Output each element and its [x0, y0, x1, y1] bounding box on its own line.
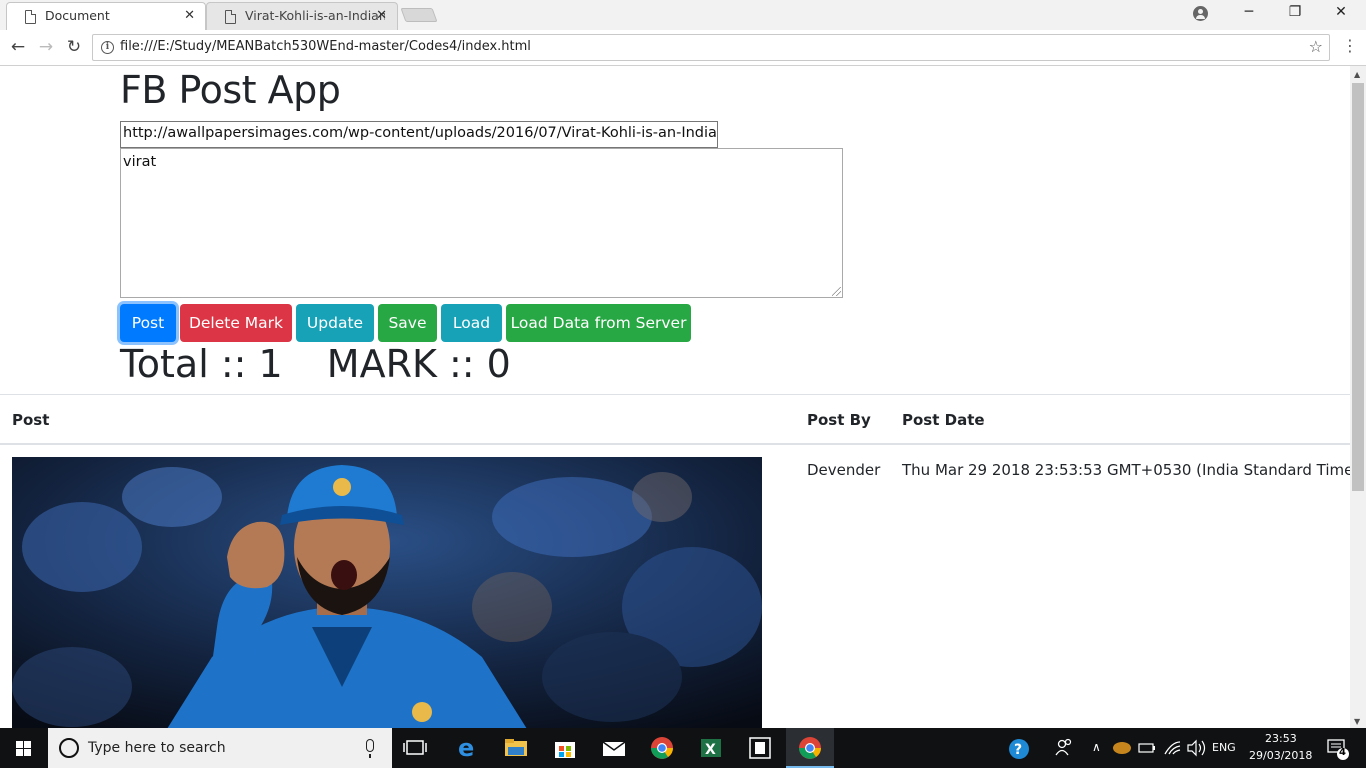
clock-time[interactable]: 23:53: [1265, 732, 1297, 745]
start-button[interactable]: [0, 728, 48, 768]
maximize-button[interactable]: ❐: [1272, 4, 1318, 20]
resize-handle[interactable]: [832, 287, 841, 296]
total-count: Total :: 1: [120, 342, 283, 386]
address-bar[interactable]: i file:///E:/Study/MEANBatch530WEnd-mast…: [92, 34, 1330, 61]
new-tab-button[interactable]: [400, 8, 438, 22]
windows-taskbar: Type here to search e X ? ∧ ENG 23:53 29…: [0, 728, 1366, 768]
clock-date[interactable]: 29/03/2018: [1249, 749, 1312, 762]
post-textarea[interactable]: virat: [120, 148, 843, 298]
back-arrow-icon[interactable]: ←: [7, 36, 29, 58]
cricket-player-photo: [12, 457, 762, 728]
table-header: Post Post By Post Date: [0, 395, 1350, 445]
scroll-down-icon[interactable]: ▼: [1354, 717, 1360, 726]
post-date-cell: Thu Mar 29 2018 23:53:53 GMT+0530 (India…: [902, 461, 1350, 479]
delete-mark-button[interactable]: Delete Mark: [180, 304, 292, 342]
search-placeholder: Type here to search: [88, 740, 226, 756]
svg-text:?: ?: [1014, 742, 1022, 758]
post-by-cell: Devender: [807, 461, 881, 479]
tab-label: Document: [45, 8, 110, 23]
taskbar-search[interactable]: Type here to search: [48, 728, 392, 768]
totals-heading: Total :: 1 MARK :: 0: [120, 342, 511, 386]
chrome-active-icon[interactable]: [786, 728, 834, 768]
profile-icon[interactable]: [1193, 6, 1208, 21]
load-server-button[interactable]: Load Data from Server: [506, 304, 691, 342]
scroll-up-icon[interactable]: ▲: [1354, 70, 1360, 79]
notification-count: 4: [1339, 747, 1346, 758]
help-icon[interactable]: ?: [996, 728, 1044, 768]
info-icon[interactable]: i: [101, 41, 114, 54]
microphone-icon[interactable]: [366, 739, 374, 758]
column-header-post-by: Post By: [807, 411, 871, 429]
svg-text:e: e: [458, 734, 474, 762]
tab-virat-kohli[interactable]: Virat-Kohli-is-an-Indian- ✕: [206, 2, 398, 30]
battery-icon[interactable]: [1136, 728, 1158, 768]
page-icon: [225, 10, 236, 24]
people-icon[interactable]: [1040, 728, 1088, 768]
app-icon[interactable]: [736, 728, 784, 768]
minimize-button[interactable]: ─: [1226, 4, 1272, 20]
save-button[interactable]: Save: [378, 304, 437, 342]
page-scrollbar[interactable]: ▲ ▼: [1350, 66, 1366, 728]
mail-icon[interactable]: [590, 728, 638, 768]
close-tab-icon[interactable]: ✕: [184, 3, 195, 29]
language-indicator[interactable]: ENG: [1212, 741, 1236, 754]
column-header-post-date: Post Date: [902, 411, 985, 429]
tab-label: Virat-Kohli-is-an-Indian-: [245, 8, 385, 23]
volume-icon[interactable]: [1184, 728, 1208, 768]
edge-icon[interactable]: e: [443, 728, 491, 768]
address-url[interactable]: file:///E:/Study/MEANBatch530WEnd-master…: [120, 39, 531, 54]
page-title: FB Post App: [120, 68, 341, 112]
scroll-thumb[interactable]: [1352, 83, 1364, 491]
cortana-icon: [59, 738, 79, 758]
svg-text:X: X: [705, 742, 716, 758]
tab-strip: Document ✕ Virat-Kohli-is-an-Indian- ✕ ─…: [0, 0, 1366, 30]
reload-icon[interactable]: ↻: [63, 36, 85, 58]
update-button[interactable]: Update: [296, 304, 374, 342]
file-explorer-icon[interactable]: [492, 728, 540, 768]
bookmark-star-icon[interactable]: ☆: [1309, 37, 1323, 56]
close-window-button[interactable]: ✕: [1318, 4, 1364, 20]
tab-document[interactable]: Document ✕: [6, 2, 206, 30]
column-header-post: Post: [12, 411, 50, 429]
chrome-icon[interactable]: [638, 728, 686, 768]
excel-icon[interactable]: X: [687, 728, 735, 768]
page-content: FB Post App http://awallpapersimages.com…: [0, 66, 1350, 728]
wifi-icon[interactable]: [1160, 728, 1184, 768]
tray-app-icon[interactable]: [1106, 728, 1138, 768]
windows-logo-icon: [16, 741, 32, 756]
task-view-icon[interactable]: [392, 728, 440, 768]
kebab-menu-icon[interactable]: ⋮: [1342, 36, 1358, 55]
forward-arrow-icon[interactable]: →: [35, 36, 57, 58]
browser-chrome: Document ✕ Virat-Kohli-is-an-Indian- ✕ ─…: [0, 0, 1366, 66]
post-button[interactable]: Post: [120, 304, 176, 342]
post-image: [12, 457, 762, 728]
notifications-icon[interactable]: 4: [1318, 728, 1358, 768]
page-icon: [25, 10, 36, 24]
post-text-value: virat: [123, 154, 157, 170]
image-url-input[interactable]: http://awallpapersimages.com/wp-content/…: [120, 121, 718, 148]
tray-overflow-icon[interactable]: ∧: [1092, 740, 1101, 754]
browser-toolbar: ← → ↻ i file:///E:/Study/MEANBatch530WEn…: [0, 30, 1366, 66]
load-button[interactable]: Load: [441, 304, 502, 342]
mark-count: MARK :: 0: [326, 342, 511, 386]
store-icon[interactable]: [541, 728, 589, 768]
close-tab-icon[interactable]: ✕: [376, 3, 387, 29]
